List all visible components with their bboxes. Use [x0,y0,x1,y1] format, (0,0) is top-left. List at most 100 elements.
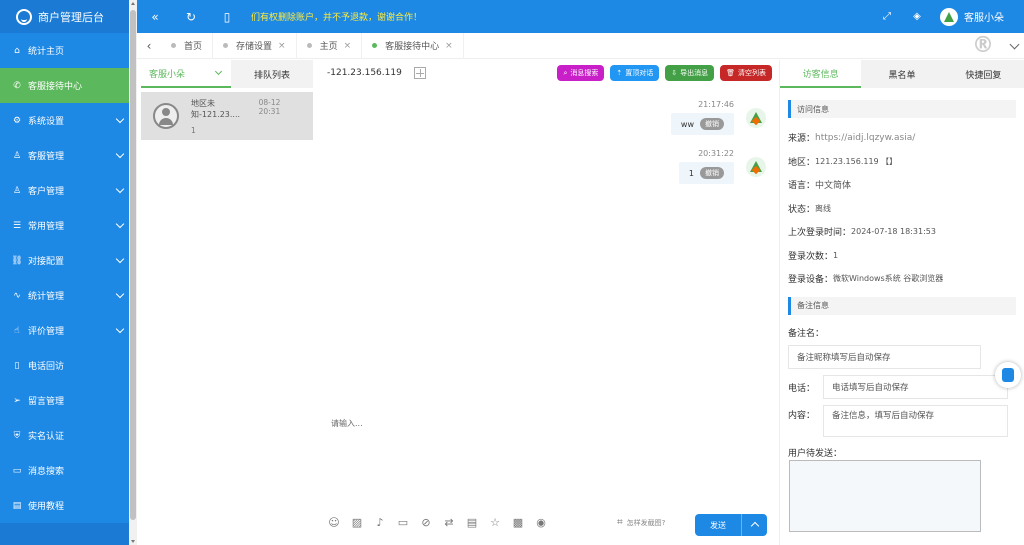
screenshot-hint-label: 怎样发截图? [626,518,666,527]
tab-dot-icon [372,43,378,48]
user-avatar[interactable] [940,7,958,26]
revoke-button[interactable]: 撤销 [700,118,724,130]
location-icon[interactable]: ◉ [534,516,548,530]
phone-input[interactable]: 电话填写后自动保存 [823,375,1009,399]
chat-visitor-ip: -121.23.156.119 [327,68,402,78]
tab-agent[interactable]: 客服小朵 [141,60,231,88]
sidebar-menu: ⌂ 统计主页 ✆ 客服接待中心 ⚙ 系统设置 ♙ 客服管理 ♙ 客户管理 ☰ 常用管理 ⛓ 对接配置 ∿ 统计… [0,33,137,523]
send-button[interactable]: 发送 [695,514,741,536]
smile-logo-icon [16,8,32,25]
info-key: 地区： [788,157,816,168]
screenshot-hint[interactable]: ⌗ 怎样发截图? [617,517,665,528]
chat-action-label: 消息搜索 [570,69,599,77]
star-icon[interactable]: ☆ [488,516,502,530]
block-icon[interactable]: ⊘ [419,516,433,530]
sidebar-item[interactable]: ∿ 统计管理 [0,278,137,313]
close-icon[interactable]: × [278,41,286,51]
tabs-left-icon[interactable]: ‹ [137,39,161,53]
info-value: 1 [833,250,839,260]
visitor-name: 地区未知-121.23.... [191,98,241,119]
info-value: 离线 [815,203,832,213]
collapse-icon[interactable]: « [137,10,173,24]
chat-action-button[interactable]: 🗑 清空列表 [720,65,772,81]
page-tab-label: 首页 [184,42,203,52]
sidebar-item[interactable]: ♙ 客服管理 [0,138,137,173]
info-tab[interactable]: 快捷回复 [942,60,1024,88]
skin-icon[interactable]: ◈ [902,11,932,22]
sidebar-item[interactable]: ☰ 常用管理 [0,208,137,243]
chat-action-button[interactable]: ⇩ 导出消息 [665,65,715,81]
sidebar-item[interactable]: ▯ 电话回访 [0,348,137,383]
voice-icon[interactable]: ♪ [373,516,387,530]
page-tab[interactable]: 存储设置 × [213,32,297,59]
chat-message: 21:17:46 ww 撤销 [466,100,766,135]
sidebar-item[interactable]: ✆ 客服接待中心 [0,68,137,103]
info-key: 语言： [788,181,816,192]
image-icon[interactable]: ▨ [350,516,364,530]
send-options-chevron-icon[interactable] [741,514,767,536]
pending-message-box[interactable] [789,460,981,532]
sidebar-item-label: 留言管理 [28,397,65,407]
info-tab[interactable]: 访客信息 [780,60,862,88]
content-input[interactable]: 备注信息，填写后自动保存 [823,405,1009,437]
tabs-menu-chevron-icon[interactable] [1009,39,1020,50]
info-row: 地区： 121.23.156.119 【】 [788,150,1016,174]
message-input-placeholder: 请输入... [331,419,363,428]
sidebar-item[interactable]: ♙ 客户管理 [0,173,137,208]
transfer-icon[interactable]: ⇄ [442,516,456,530]
tab-agent-label: 客服小朵 [149,69,186,80]
info-key: 登录设备： [788,275,834,286]
page-tab-label: 客服接待中心 [385,42,440,52]
scrollbar-thumb[interactable] [130,10,136,520]
emoji-icon[interactable]: ☺ [327,516,341,530]
mobile-icon[interactable]: ▯ [209,10,245,24]
file-icon[interactable]: ▤ [465,516,479,530]
sidebar-item[interactable]: ⛓ 对接配置 [0,243,137,278]
visitor-list-panel: 客服小朵 排队列表 地区未知-121.23.... 08-12 20:31 1 [141,60,313,545]
home-icon: ⌂ [14,45,20,56]
info-value: 中文简体 [815,181,852,192]
sidebar-item[interactable]: ⛨ 实名认证 [0,418,137,453]
chevron-down-icon [115,254,125,264]
sidebar-item[interactable]: ☝ 评价管理 [0,313,137,348]
fullscreen-icon[interactable]: ⤢ [872,11,902,22]
info-tab[interactable]: 黑名单 [861,60,943,88]
revoke-button[interactable]: 撤销 [700,167,724,179]
info-row: 登录设备： 微软Windows系统 谷歌浏览器 [788,267,1016,291]
info-value: 121.23.156.119 【】 [815,156,898,166]
scroll-up-icon[interactable] [131,2,135,5]
refresh-icon[interactable]: ↻ [173,10,209,24]
chevron-down-icon [115,184,125,194]
floating-trash-icon[interactable] [995,362,1021,388]
sidebar-item[interactable]: ➢ 留言管理 [0,383,137,418]
sidebar-item-label: 统计主页 [28,47,65,57]
sidebar-item[interactable]: ▭ 消息搜索 [0,453,137,488]
chevron-down-icon [115,114,125,124]
page-tab[interactable]: 首页 [161,32,214,59]
sidebar-item[interactable]: ⌂ 统计主页 [0,33,137,68]
page-tab[interactable]: 客服接待中心 × [362,32,464,59]
sidebar-logo[interactable]: 商户管理后台 [0,0,137,33]
sidebar-scrollbar[interactable] [129,0,137,545]
remark-name-input[interactable]: 备注昵称填写后自动保存 [788,345,981,369]
info-row: 状态： 离线 [788,197,1016,221]
chat-action-button[interactable]: ⇡ 置顶对话 [610,65,660,81]
screenshot-icon[interactable]: ▩ [511,516,525,530]
close-icon[interactable]: × [344,41,352,51]
message-input[interactable]: 请输入... [313,410,778,510]
action-icon: ⌕ [563,68,568,77]
add-icon[interactable] [413,67,426,79]
close-icon[interactable]: × [445,41,453,51]
sidebar-item[interactable]: ▤ 使用教程 [0,488,137,523]
page-tab[interactable]: 主页 × [297,32,363,59]
message-bubble: 1 撤销 [678,162,734,184]
folder-icon[interactable]: ▭ [396,516,410,530]
visitor-item[interactable]: 地区未知-121.23.... 08-12 20:31 1 [141,92,313,140]
tab-queue[interactable]: 排队列表 [231,60,313,88]
sidebar-item[interactable]: ⚙ 系统设置 [0,103,137,138]
tab-dot-icon [223,43,229,48]
sidebar-item-label: 常用管理 [28,222,65,232]
username[interactable]: 客服小朵 [964,9,1004,24]
chat-action-button[interactable]: ⌕ 消息搜索 [557,65,605,81]
scroll-down-icon[interactable] [131,540,135,543]
